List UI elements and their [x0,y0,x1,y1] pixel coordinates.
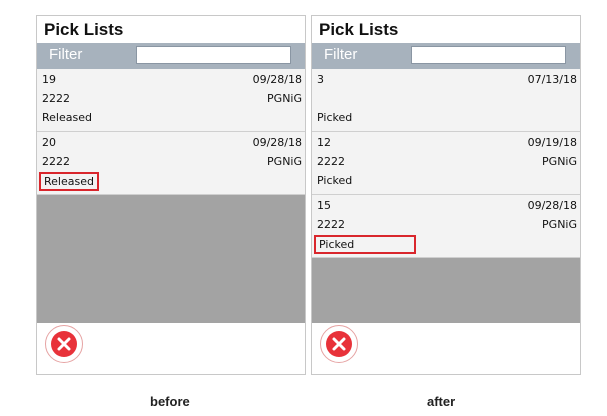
pick-status: Picked [317,111,353,124]
close-button[interactable] [45,325,83,363]
filter-input[interactable] [411,46,566,64]
pick-code: 2222 [317,218,345,231]
pick-number: 20 [42,136,56,149]
pick-lists-screen-after: Pick Lists Filter 3 07/13/18 Picked 12 0… [311,15,581,375]
pick-company: PGNiG [542,218,577,231]
pick-number: 12 [317,136,331,149]
pick-company: PGNiG [542,155,577,168]
filter-label: Filter [49,46,83,63]
pick-status: Picked [314,235,416,254]
page-title: Pick Lists [44,20,124,39]
caption-after: after [427,394,456,409]
pick-code: 2222 [317,155,345,168]
close-button[interactable] [320,325,358,363]
pick-date: 09/19/18 [527,136,577,149]
list-item[interactable]: 19 09/28/18 2222 PGNiG Released [37,69,305,132]
pick-status: Released [39,172,99,191]
pick-status-highlighted: Picked [314,235,416,254]
list-item[interactable]: 15 09/28/18 2222 PGNiG Picked [312,195,580,258]
filter-bar: Filter [312,43,580,69]
pick-company: PGNiG [267,92,302,105]
page-title: Pick Lists [319,20,399,39]
pick-date: 07/13/18 [527,73,577,86]
pick-date: 09/28/18 [527,199,577,212]
pick-company: PGNiG [267,155,302,168]
list-item[interactable]: 20 09/28/18 2222 PGNiG Released [37,132,305,195]
pick-date: 09/28/18 [252,136,302,149]
pick-number: 19 [42,73,56,86]
list-item[interactable]: 12 09/19/18 2222 PGNiG Picked [312,132,580,195]
close-circle-icon [51,331,77,357]
caption-before: before [150,394,190,409]
filter-input[interactable] [136,46,291,64]
pick-number: 3 [317,73,324,86]
pick-list: 3 07/13/18 Picked 12 09/19/18 2222 PGNiG… [312,69,580,323]
pick-lists-screen-before: Pick Lists Filter 19 09/28/18 2222 PGNiG… [36,15,306,375]
pick-status: Picked [317,174,353,187]
close-circle-icon [326,331,352,357]
pick-date: 09/28/18 [252,73,302,86]
filter-bar: Filter [37,43,305,69]
list-item[interactable]: 3 07/13/18 Picked [312,69,580,132]
pick-list: 19 09/28/18 2222 PGNiG Released 20 09/28… [37,69,305,323]
filter-label: Filter [324,46,358,63]
pick-number: 15 [317,199,331,212]
pick-code: 2222 [42,92,70,105]
pick-status: Released [42,111,92,124]
pick-status-highlighted: Released [39,172,99,191]
pick-code: 2222 [42,155,70,168]
